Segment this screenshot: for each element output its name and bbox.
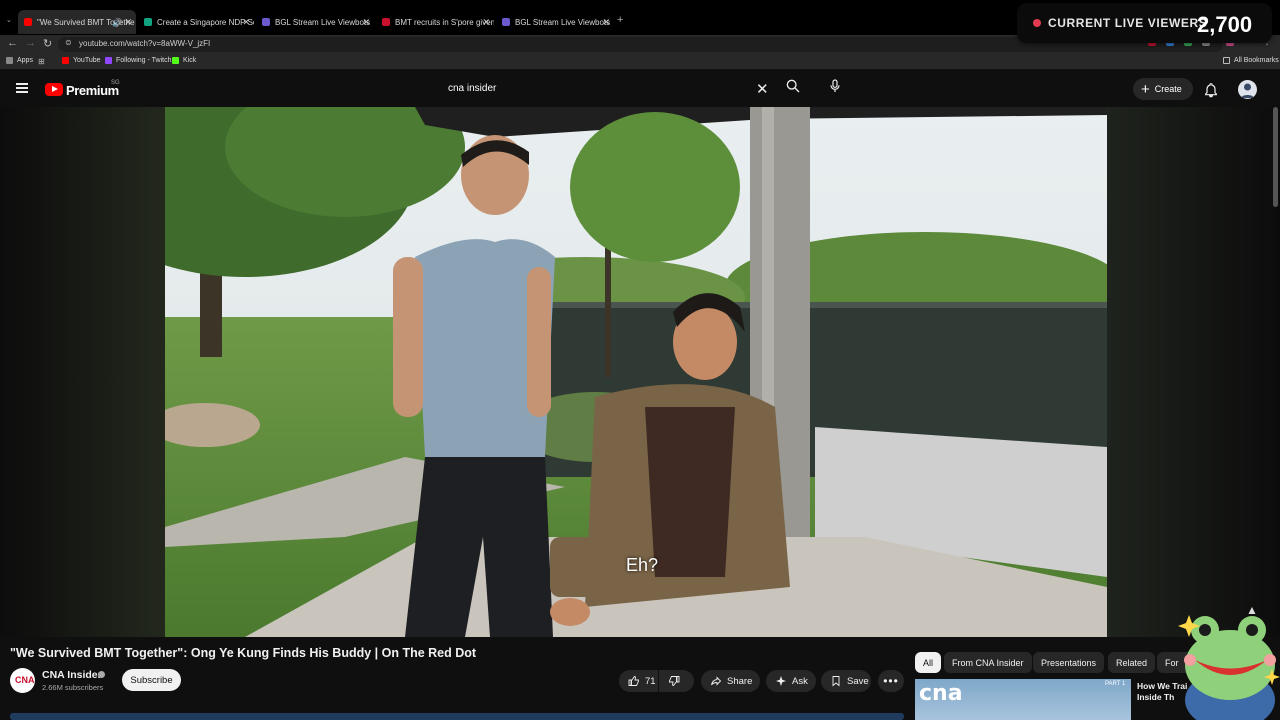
recommendation-thumbnail[interactable]: cna PART 1 [915, 679, 1131, 720]
subscriber-count: 2.66M subscribers [42, 683, 104, 692]
ambient-right [1107, 107, 1280, 637]
chatgpt-favicon-icon [144, 18, 152, 26]
close-tab-icon[interactable]: ✕ [482, 17, 490, 28]
tab-title: BGL Stream Live Viewbots [515, 17, 611, 27]
all-bookmarks-label: All Bookmarks [1234, 57, 1279, 64]
bookmark-label: Kick [183, 57, 197, 64]
bookmark-save-icon [832, 676, 840, 687]
tab-groups-icon[interactable]: ⊞ [38, 57, 45, 66]
chip-from-channel[interactable]: From CNA Insider [944, 652, 1032, 673]
like-button[interactable]: 71 [619, 670, 658, 692]
bookmark-label: Apps [17, 57, 33, 64]
description-box[interactable] [10, 713, 904, 720]
news-favicon-icon [382, 18, 390, 26]
notifications-bell-icon[interactable] [1203, 82, 1219, 98]
bookmark-kick[interactable]: Kick [172, 57, 196, 64]
page-scrollbar[interactable] [1273, 107, 1278, 207]
forward-arrow-icon[interactable]: → [25, 37, 36, 49]
sparkle-icon [776, 676, 786, 686]
bookmark-youtube[interactable]: YouTube [62, 57, 101, 64]
chip-presentations[interactable]: Presentations [1033, 652, 1105, 673]
site-favicon-icon [502, 18, 510, 26]
twitch-icon [105, 57, 112, 64]
viewers-label: CURRENT LIVE VIEWERS [1048, 16, 1208, 30]
verified-badge-icon [98, 671, 105, 678]
tab-ndp-song[interactable]: Create a Singapore NDP Song ✕ [138, 10, 254, 34]
tab-bgl-viewbots-1[interactable]: BGL Stream Live Viewbots ✕ [256, 10, 374, 34]
clear-search-icon[interactable]: ✕ [756, 80, 769, 98]
video-subtitle: Eh? [626, 555, 659, 575]
subscribe-button[interactable]: Subscribe [122, 669, 181, 691]
bookmark-label: Following - Twitch [116, 57, 172, 64]
bookmark-twitch[interactable]: Following - Twitch [105, 57, 172, 64]
bookmarks-bar: Apps ⊞ YouTube Following - Twitch Kick A… [0, 54, 1280, 70]
ask-label: Ask [792, 675, 808, 687]
ambient-left [0, 107, 165, 637]
close-tab-icon[interactable]: ✕ [602, 17, 610, 28]
close-tab-icon[interactable]: ✕ [362, 17, 370, 28]
channel-avatar-text: CNA [15, 675, 35, 685]
thumbnail-text: cna [919, 681, 963, 706]
frog-sticker-icon [1178, 615, 1280, 720]
search-value: cna insider [448, 83, 497, 94]
site-info-icon[interactable]: ⊜ [65, 38, 72, 47]
site-favicon-icon [262, 18, 270, 26]
url-text: youtube.com/watch?v=8aWW-V_jzFI [79, 39, 211, 48]
youtube-logo-icon[interactable] [45, 83, 63, 96]
tab-title: BMT recruits in S'pore given m [395, 17, 494, 27]
viewers-count: 2,700 [1197, 12, 1253, 37]
share-button[interactable]: Share [701, 670, 760, 692]
tab-bmt-recruits[interactable]: BMT recruits in S'pore given m ✕ [376, 10, 494, 34]
hamburger-menu-icon[interactable] [16, 83, 28, 93]
video-title: "We Survived BMT Together": Ong Ye Kung … [10, 646, 477, 660]
save-label: Save [847, 675, 869, 687]
close-tab-icon[interactable]: ✕ [124, 17, 132, 28]
channel-name[interactable]: CNA Insider [42, 669, 102, 681]
account-avatar[interactable] [1238, 80, 1257, 99]
microphone-icon[interactable] [827, 78, 843, 94]
chip-all[interactable]: All [915, 652, 942, 673]
thumbs-down-icon [669, 676, 680, 687]
search-icon[interactable] [785, 78, 801, 94]
youtube-header: Premium SG cna insider ✕ + Create [0, 71, 1280, 107]
save-button[interactable]: Save [821, 670, 871, 692]
more-horizontal-icon: ••• [883, 674, 899, 688]
tab-title: BGL Stream Live Viewbots [275, 17, 371, 27]
live-viewers-overlay: CURRENT LIVE VIEWERS 2,700 [1017, 3, 1272, 43]
bookmark-label: YouTube [73, 57, 101, 64]
bookmark-apps[interactable]: Apps [6, 57, 33, 64]
country-code: SG [111, 80, 120, 86]
share-arrow-icon [711, 676, 722, 686]
share-label: Share [727, 675, 753, 687]
kick-icon [172, 57, 179, 64]
reload-icon[interactable]: ↻ [43, 37, 52, 50]
speaker-icon[interactable]: 🔊 [112, 18, 122, 27]
chip-related[interactable]: Related [1108, 652, 1156, 673]
ask-button[interactable]: Ask [766, 670, 816, 692]
channel-avatar[interactable]: CNA [10, 668, 35, 693]
dislike-button[interactable] [659, 670, 694, 692]
folder-icon [1223, 57, 1230, 64]
apps-grid-icon [6, 57, 13, 64]
tab-video[interactable]: "We Survived BMT Togethe 🔊 ✕ [18, 10, 136, 34]
plus-icon: + [1141, 80, 1150, 98]
tab-search-icon[interactable]: ⌄ [6, 16, 12, 24]
close-tab-icon[interactable]: ✕ [242, 17, 250, 28]
thumbnail-part-label: PART 1 [1105, 681, 1126, 687]
live-dot-icon [1033, 19, 1041, 27]
new-tab-icon[interactable]: + [617, 14, 623, 26]
youtube-icon [62, 57, 69, 64]
search-input[interactable]: cna insider ✕ [438, 78, 778, 100]
tab-title: Create a Singapore NDP Song [157, 17, 254, 27]
back-arrow-icon[interactable]: ← [7, 37, 18, 49]
like-count: 71 [645, 675, 656, 687]
tab-bgl-viewbots-2[interactable]: BGL Stream Live Viewbots ✕ [496, 10, 614, 34]
more-actions-button[interactable]: ••• [878, 670, 904, 692]
create-button[interactable]: + Create [1133, 78, 1193, 100]
create-label: Create [1154, 84, 1182, 94]
youtube-favicon-icon [24, 18, 32, 26]
all-bookmarks[interactable]: All Bookmarks [1223, 57, 1279, 64]
thumbs-up-icon [628, 675, 639, 686]
